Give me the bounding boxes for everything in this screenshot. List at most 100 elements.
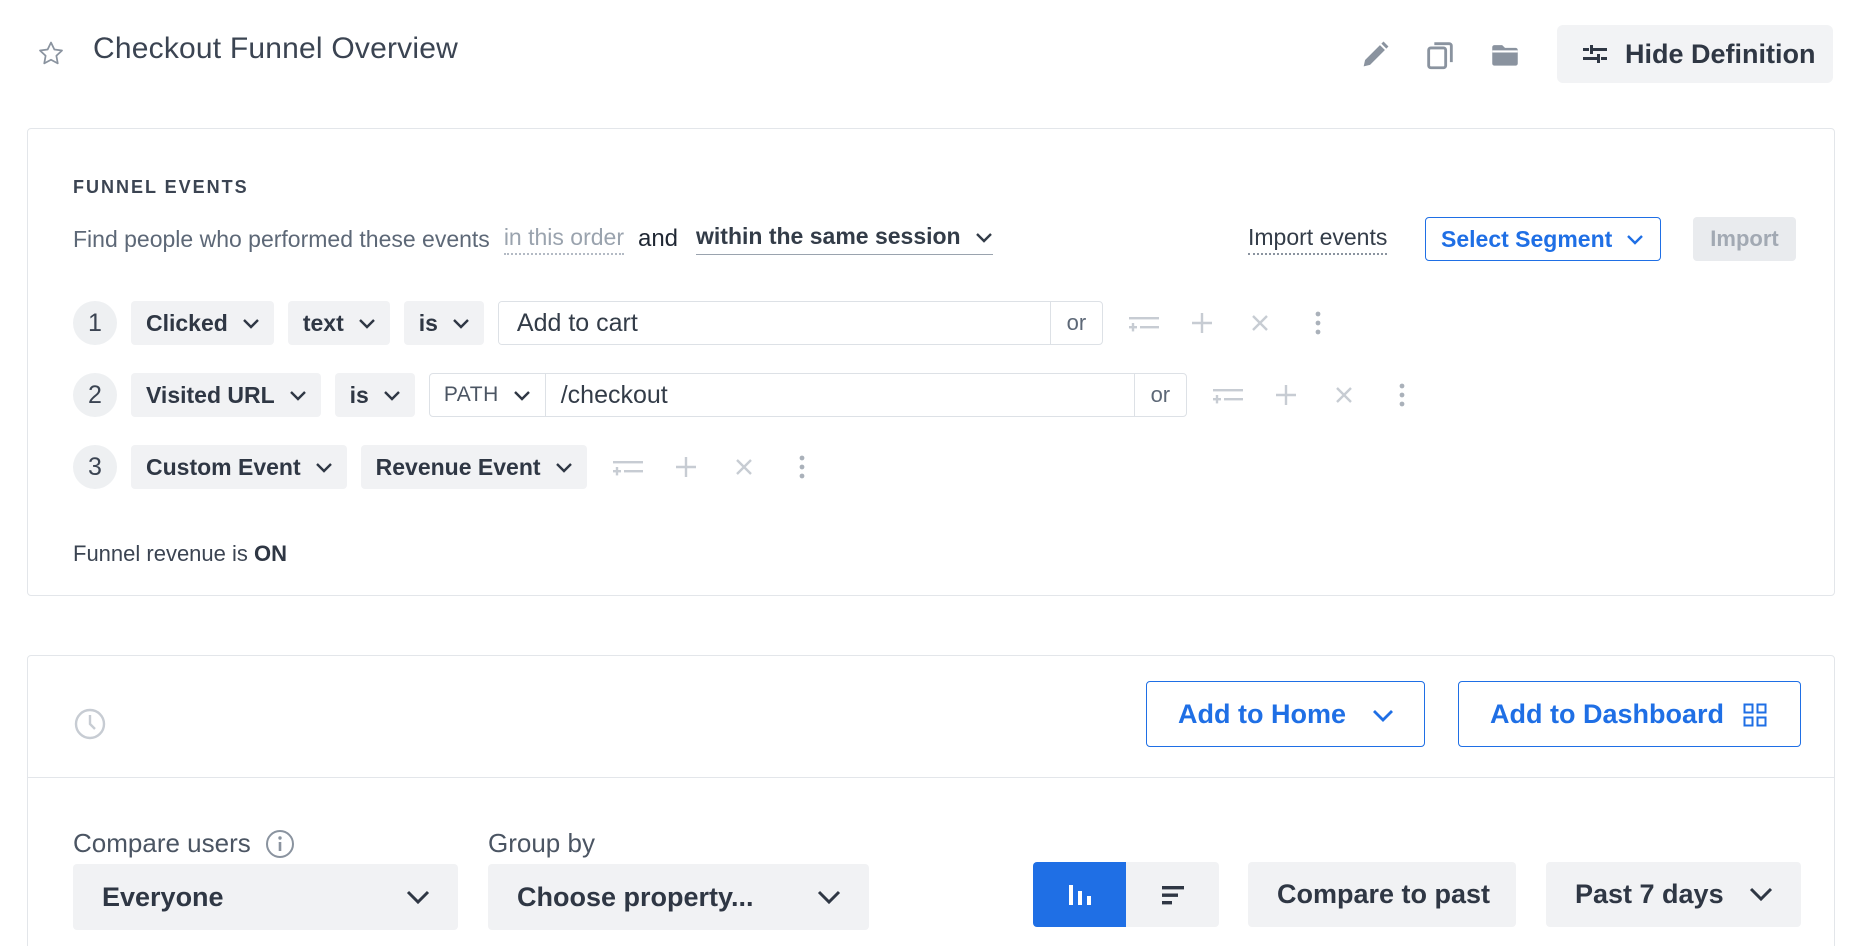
operator-dropdown[interactable]: is <box>334 373 415 417</box>
import-button[interactable]: Import <box>1693 217 1796 261</box>
select-segment-label: Select Segment <box>1441 225 1613 252</box>
property-dropdown[interactable]: text <box>287 301 390 345</box>
chevron-down-icon <box>975 232 992 243</box>
step-number: 3 <box>73 445 117 489</box>
sliders-icon <box>1583 45 1607 63</box>
and-text: and <box>637 225 679 252</box>
url-value-field: PATH /checkout or <box>428 373 1187 417</box>
property-label: text <box>302 309 344 336</box>
funnel-definition-panel: FUNNEL EVENTS Find people who performed … <box>27 128 1835 596</box>
dashboard-grid-icon <box>1743 703 1767 727</box>
group-by-placeholder: Choose property... <box>517 881 754 912</box>
add-to-dashboard-button[interactable]: Add to Dashboard <box>1458 681 1801 747</box>
event-type-label: Clicked <box>146 309 228 336</box>
refine-icon[interactable] <box>1127 306 1161 340</box>
report-header: Checkout Funnel Overview Hide Definition <box>0 0 1850 110</box>
folder-icon[interactable] <box>1488 38 1522 72</box>
vertical-bar-chart-button[interactable] <box>1033 862 1126 927</box>
order-dropdown[interactable]: in this order <box>503 224 624 255</box>
custom-event-dropdown[interactable]: Revenue Event <box>360 445 587 489</box>
chevron-down-icon <box>453 319 469 329</box>
chevron-down-icon <box>383 391 400 401</box>
chevron-down-icon <box>315 463 332 473</box>
chevron-down-icon <box>513 391 530 401</box>
chevron-down-icon <box>1749 887 1773 902</box>
group-by-label: Group by <box>488 828 595 858</box>
funnel-step: 2 Visited URL is PATH /checkout or <box>73 372 1443 418</box>
step-number: 2 <box>73 373 117 417</box>
close-icon[interactable] <box>1327 378 1361 412</box>
or-button[interactable]: or <box>1049 302 1102 344</box>
vertical-bars-icon <box>1068 884 1091 905</box>
hide-definition-button[interactable]: Hide Definition <box>1557 25 1833 83</box>
plus-icon[interactable] <box>1185 306 1219 340</box>
chevron-down-icon <box>555 463 572 473</box>
chevron-down-icon <box>406 890 430 905</box>
event-type-label: Visited URL <box>146 381 275 408</box>
copy-icon[interactable] <box>1423 38 1457 72</box>
clock-icon[interactable] <box>73 707 107 741</box>
find-text: Find people who performed these events <box>73 225 490 252</box>
horizontal-bar-chart-button[interactable] <box>1126 862 1219 927</box>
group-by-select[interactable]: Choose property... <box>488 864 869 930</box>
operator-dropdown[interactable]: is <box>403 301 484 345</box>
refine-icon[interactable] <box>1211 378 1245 412</box>
compare-users-value: Everyone <box>102 881 224 912</box>
select-segment-button[interactable]: Select Segment <box>1425 217 1661 261</box>
custom-event-label: Revenue Event <box>375 453 541 480</box>
more-icon[interactable] <box>785 450 819 484</box>
add-to-dashboard-label: Add to Dashboard <box>1490 698 1724 729</box>
more-icon[interactable] <box>1301 306 1335 340</box>
more-icon[interactable] <box>1385 378 1419 412</box>
chart-view-toggle <box>1033 862 1219 927</box>
session-label: within the same session <box>696 223 961 249</box>
step-actions <box>611 450 843 484</box>
step-actions <box>1127 306 1359 340</box>
divider <box>28 777 1834 778</box>
compare-users-select[interactable]: Everyone <box>73 864 458 930</box>
chevron-down-icon <box>242 319 259 329</box>
event-type-dropdown[interactable]: Custom Event <box>131 445 347 489</box>
event-type-dropdown[interactable]: Visited URL <box>131 373 321 417</box>
value-field: Add to cart or <box>497 301 1103 345</box>
step-actions <box>1211 378 1443 412</box>
revenue-state: ON <box>254 541 288 566</box>
or-button[interactable]: or <box>1133 374 1186 416</box>
event-type-label: Custom Event <box>146 453 301 480</box>
compare-users-label: Compare users <box>73 828 295 859</box>
section-title: FUNNEL EVENTS <box>73 177 249 197</box>
url-part-label: PATH <box>443 383 499 406</box>
operator-label: is <box>418 309 438 336</box>
value-input[interactable]: Add to cart <box>498 302 1050 344</box>
star-icon[interactable] <box>36 39 66 69</box>
pencil-icon[interactable] <box>1358 38 1392 72</box>
url-part-dropdown[interactable]: PATH <box>430 374 546 416</box>
horizontal-bars-icon <box>1161 885 1184 904</box>
step-number: 1 <box>73 301 117 345</box>
chevron-down-icon <box>1373 710 1393 722</box>
chevron-down-icon <box>289 391 306 401</box>
add-to-home-label: Add to Home <box>1178 698 1346 729</box>
report-title: Checkout Funnel Overview <box>93 32 458 65</box>
refine-icon[interactable] <box>611 450 645 484</box>
close-icon[interactable] <box>727 450 761 484</box>
plus-icon[interactable] <box>669 450 703 484</box>
session-dropdown[interactable]: within the same session <box>696 223 993 255</box>
compare-to-past-button[interactable]: Compare to past <box>1248 862 1516 927</box>
chevron-down-icon <box>817 890 841 905</box>
compare-users-text: Compare users <box>73 828 251 858</box>
funnel-criteria-row: Find people who performed these events i… <box>73 219 993 259</box>
funnel-step: 1 Clicked text is Add to cart or <box>73 300 1359 346</box>
date-range-value: Past 7 days <box>1575 879 1724 909</box>
add-to-home-button[interactable]: Add to Home <box>1146 681 1425 747</box>
operator-label: is <box>349 381 369 408</box>
info-icon[interactable] <box>265 829 295 859</box>
date-range-select[interactable]: Past 7 days <box>1546 862 1801 927</box>
import-events-link[interactable]: Import events <box>1248 224 1388 255</box>
close-icon[interactable] <box>1243 306 1277 340</box>
funnel-step: 3 Custom Event Revenue Event <box>73 444 843 490</box>
plus-icon[interactable] <box>1269 378 1303 412</box>
event-type-dropdown[interactable]: Clicked <box>131 301 274 345</box>
url-input[interactable]: /checkout <box>545 374 1134 416</box>
chevron-down-icon <box>1627 235 1644 245</box>
